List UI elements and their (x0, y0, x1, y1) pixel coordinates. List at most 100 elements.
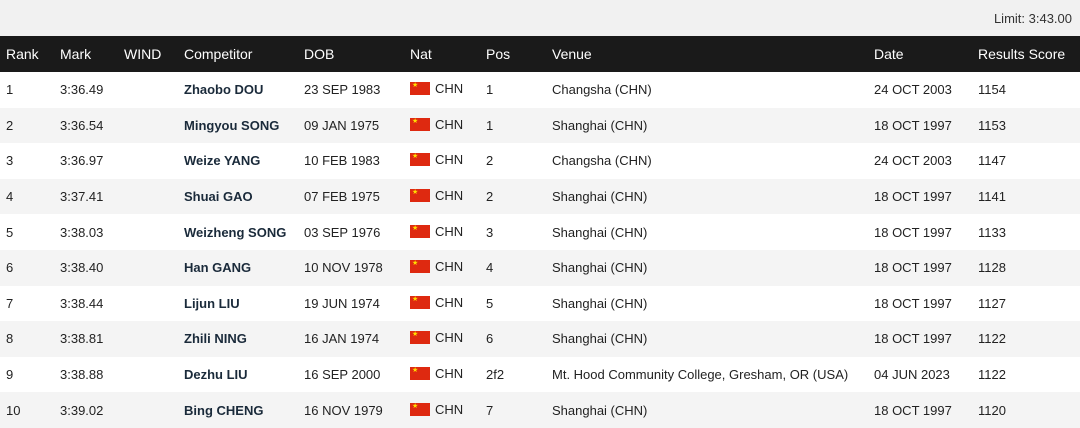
header-wind[interactable]: WIND (124, 36, 184, 72)
competitor-link[interactable]: Weize YANG (184, 153, 260, 168)
nat-cell: CHN (410, 72, 486, 108)
pos-cell: 3 (486, 224, 494, 240)
pos-cell: 2 (486, 153, 494, 169)
nat-code: CHN (435, 366, 464, 382)
header-date[interactable]: Date (874, 36, 978, 72)
date-cell: 18 OCT 1997 (874, 224, 952, 240)
header-venue[interactable]: Venue (552, 36, 874, 72)
pos-cell: 6 (486, 331, 494, 347)
competitor-link[interactable]: Mingyou SONG (184, 118, 279, 133)
mark-cell: 3:39.02 (60, 402, 104, 418)
competitor-link[interactable]: Han GANG (184, 260, 251, 275)
mark-cell: 3:37.41 (60, 189, 104, 205)
venue-cell: Mt. Hood Community College, Gresham, OR … (552, 367, 849, 383)
results-score-cell: 1122 (978, 367, 1006, 383)
rank-cell: 3 (6, 153, 14, 169)
header-results-score[interactable]: Results Score (978, 36, 1080, 72)
nat-wrap: CHN (410, 151, 463, 167)
dob-cell: 03 SEP 1976 (304, 224, 381, 240)
results-score-cell: 1128 (978, 260, 1006, 276)
competitor-cell: Weize YANG (184, 143, 304, 179)
nat-cell: CHN (410, 357, 486, 393)
china-flag-icon (410, 294, 430, 309)
results-score-cell: 1153 (978, 117, 1006, 133)
competitor-cell: Weizheng SONG (184, 214, 304, 250)
nat-cell: CHN (410, 179, 486, 215)
competitor-link[interactable]: Zhaobo DOU (184, 82, 263, 97)
rank-cell: 8 (6, 331, 14, 347)
header-mark[interactable]: Mark (60, 36, 124, 72)
china-flag-icon (410, 151, 430, 167)
dob-cell: 23 SEP 1983 (304, 82, 381, 98)
pos-cell: 5 (486, 295, 494, 311)
header-nat[interactable]: Nat (410, 36, 486, 72)
wind-cell (124, 143, 184, 179)
limit-bar: Limit: 3:43.00 (0, 0, 1080, 36)
date-cell: 18 OCT 1997 (874, 260, 952, 276)
mark-cell: 3:38.88 (60, 367, 104, 383)
header-competitor[interactable]: Competitor (184, 36, 304, 72)
nat-wrap: CHN (410, 329, 463, 345)
dob-cell: 10 FEB 1983 (304, 153, 380, 169)
dob-cell: 07 FEB 1975 (304, 189, 380, 205)
results-table: Rank Mark WIND Competitor DOB Nat Pos Ve… (0, 36, 1080, 428)
dob-cell: 19 JUN 1974 (304, 295, 380, 311)
venue-cell: Shanghai (CHN) (552, 402, 648, 418)
nat-cell: CHN (410, 286, 486, 322)
nat-wrap: CHN (410, 80, 464, 97)
pos-cell: 1 (486, 82, 494, 98)
competitor-link[interactable]: Bing CHENG (184, 403, 263, 418)
header-pos[interactable]: Pos (486, 36, 552, 72)
competitor-cell: Dezhu LIU (184, 357, 304, 393)
nat-cell: CHN (410, 321, 486, 357)
table-row: 8 3:38.81 Zhili NING 16 JAN 1974 CHN 6 Shangha… (0, 321, 1080, 357)
table-row: 7 3:38.44 Lijun LIU 19 JUN 1974 CHN 5 Shanghai… (0, 286, 1080, 322)
results-score-cell: 1141 (978, 189, 1006, 205)
china-flag-icon (410, 401, 430, 416)
mark-cell: 3:38.81 (60, 331, 104, 347)
results-score-cell: 1154 (978, 82, 1006, 98)
table-row: 1 3:36.49 Zhaobo DOU 23 SEP 1983 CHN 1 Changsh… (0, 72, 1080, 108)
rank-cell: 4 (6, 189, 14, 205)
nat-cell: CHN (410, 214, 486, 250)
wind-cell (124, 392, 184, 428)
table-row: 9 3:38.88 Dezhu LIU 16 SEP 2000 CHN 2f2 Mt. Ho… (0, 357, 1080, 393)
competitor-link[interactable]: Dezhu LIU (184, 367, 248, 382)
competitor-link[interactable]: Weizheng SONG (184, 225, 286, 240)
mark-cell: 3:36.54 (60, 117, 104, 133)
rank-cell: 6 (6, 260, 14, 276)
table-row: 5 3:38.03 Weizheng SONG 03 SEP 1976 CHN 3 Shan… (0, 214, 1080, 250)
date-cell: 18 OCT 1997 (874, 189, 952, 205)
competitor-link[interactable]: Zhili NING (184, 331, 247, 346)
rank-cell: 10 (6, 402, 21, 418)
china-flag-icon (410, 116, 430, 131)
competitor-cell: Bing CHENG (184, 392, 304, 428)
results-score-cell: 1133 (978, 224, 1006, 240)
china-flag-icon (410, 187, 430, 203)
date-cell: 04 JUN 2023 (874, 367, 950, 383)
venue-cell: Shanghai (CHN) (552, 189, 648, 205)
dob-cell: 16 SEP 2000 (304, 367, 381, 383)
competitor-cell: Zhili NING (184, 321, 304, 357)
competitor-link[interactable]: Shuai GAO (184, 189, 253, 204)
nat-cell: CHN (410, 108, 486, 144)
venue-cell: Shanghai (CHN) (552, 331, 648, 347)
mark-cell: 3:36.49 (60, 82, 104, 98)
china-flag-icon (410, 223, 430, 238)
nat-code: CHN (435, 81, 464, 97)
wind-cell (124, 250, 184, 286)
competitor-cell: Shuai GAO (184, 179, 304, 215)
header-rank[interactable]: Rank (0, 36, 60, 72)
nat-code: CHN (435, 223, 464, 239)
results-score-cell: 1122 (978, 331, 1006, 347)
header-dob[interactable]: DOB (304, 36, 410, 72)
china-flag-icon (410, 329, 430, 345)
competitor-link[interactable]: Lijun LIU (184, 296, 240, 311)
limit-label: Limit: 3:43.00 (993, 10, 1072, 26)
dob-cell: 09 JAN 1975 (304, 117, 380, 133)
wind-cell (124, 72, 184, 108)
china-flag-icon (410, 258, 430, 274)
rank-cell: 2 (6, 117, 14, 133)
wind-cell (124, 214, 184, 250)
results-score-cell: 1127 (978, 295, 1006, 311)
